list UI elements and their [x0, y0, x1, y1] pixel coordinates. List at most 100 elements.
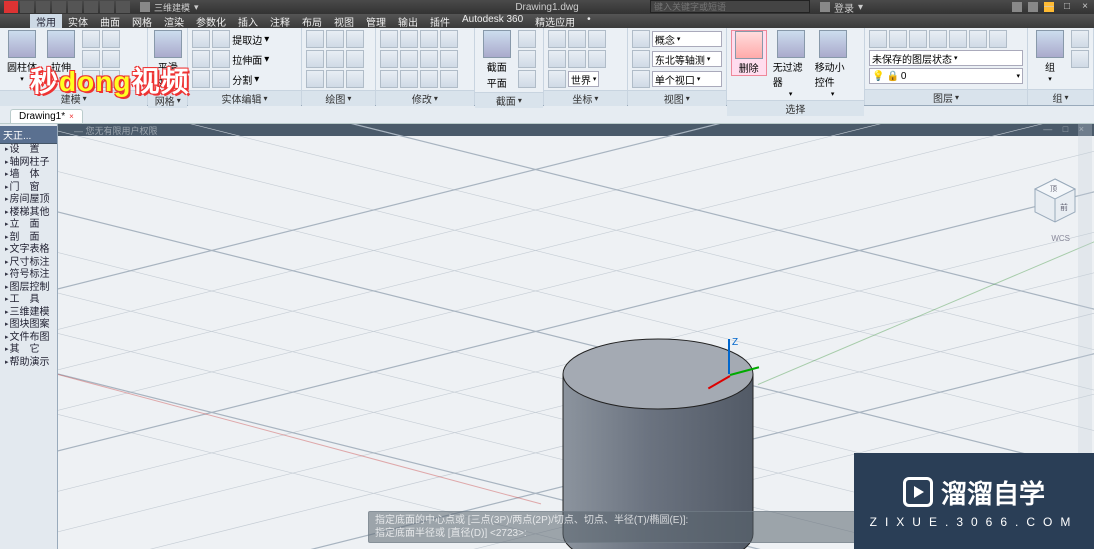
sweep-icon[interactable]: [102, 30, 120, 48]
mirror-icon[interactable]: [440, 30, 458, 48]
nofilter-button[interactable]: 无过滤器▾: [773, 30, 809, 98]
tab-home[interactable]: 常用: [30, 14, 62, 28]
ucs-combo[interactable]: 世界▾: [568, 71, 600, 87]
tab-plugins[interactable]: 插件: [424, 14, 456, 28]
lay4-icon[interactable]: [929, 30, 947, 48]
file-tab[interactable]: Drawing1* ×: [10, 109, 83, 123]
redo-icon[interactable]: [116, 1, 130, 13]
spline-icon[interactable]: [306, 70, 324, 88]
sidebar-item-text[interactable]: 文字表格: [0, 244, 57, 257]
sidebar-item-elevation[interactable]: 立 面: [0, 219, 57, 232]
sidebar-item-help[interactable]: 帮助演示: [0, 357, 57, 370]
helix-icon[interactable]: [326, 70, 344, 88]
cylinder-button[interactable]: 圆柱体▾: [4, 30, 40, 83]
sidebar-item-wall[interactable]: 墙 体: [0, 169, 57, 182]
layer-combo[interactable]: 💡🔒0▾: [869, 68, 1023, 84]
line-icon[interactable]: [306, 30, 324, 48]
g2-icon[interactable]: [1071, 50, 1089, 68]
sidebar-item-dim[interactable]: 尺寸标注: [0, 257, 57, 270]
new-icon[interactable]: [20, 1, 34, 13]
ucs6-icon[interactable]: [588, 50, 606, 68]
tab-insert[interactable]: 插入: [232, 14, 264, 28]
array-icon[interactable]: [440, 50, 458, 68]
layerstate-combo[interactable]: 未保存的图层状态▾: [869, 50, 1023, 66]
lay7-icon[interactable]: [989, 30, 1007, 48]
minimize-button[interactable]: —: [1040, 1, 1058, 14]
lay1-icon[interactable]: [869, 30, 887, 48]
scale-icon[interactable]: [400, 50, 418, 68]
face-icon[interactable]: [212, 30, 230, 48]
login-button[interactable]: 登录 ▾: [820, 0, 863, 15]
rotate-icon[interactable]: [400, 30, 418, 48]
ucs3-icon[interactable]: [588, 30, 606, 48]
sidebar-item-other[interactable]: 其 它: [0, 344, 57, 357]
tab-output[interactable]: 输出: [392, 14, 424, 28]
close-button[interactable]: ×: [1076, 1, 1094, 14]
saveas-icon[interactable]: [68, 1, 82, 13]
extrude-button[interactable]: 拉伸▾: [43, 30, 79, 83]
subtract-icon[interactable]: [102, 70, 120, 88]
ellipse-icon[interactable]: [346, 50, 364, 68]
lay2-icon[interactable]: [889, 30, 907, 48]
revolve-icon[interactable]: [82, 50, 100, 68]
erase-button[interactable]: 删除: [731, 30, 767, 76]
tab-layout[interactable]: 布局: [296, 14, 328, 28]
viewport-combo[interactable]: 单个视口▾: [652, 71, 722, 87]
face2-icon[interactable]: [212, 50, 230, 68]
polyline-icon[interactable]: [326, 30, 344, 48]
lay3-icon[interactable]: [909, 30, 927, 48]
tab-featured[interactable]: 精选应用: [529, 14, 581, 28]
sec1-icon[interactable]: [518, 30, 536, 48]
visualstyle-combo[interactable]: 概念▾: [652, 31, 722, 47]
sec2-icon[interactable]: [518, 50, 536, 68]
ucs4-icon[interactable]: [548, 50, 566, 68]
loft-icon[interactable]: [102, 50, 120, 68]
group-button[interactable]: 组▾: [1032, 30, 1068, 83]
workspace-selector[interactable]: 三维建模 ▾: [140, 1, 199, 14]
sidebar-item-door[interactable]: 门 窗: [0, 182, 57, 195]
sidebar-item-axis[interactable]: 轴网柱子: [0, 157, 57, 170]
exchange-icon[interactable]: [1012, 2, 1022, 12]
plot-icon[interactable]: [84, 1, 98, 13]
sidebar-item-3d[interactable]: 三维建模: [0, 307, 57, 320]
tab-manage[interactable]: 管理: [360, 14, 392, 28]
help-search-input[interactable]: [650, 0, 810, 13]
fillet-icon[interactable]: [420, 50, 438, 68]
sec3-icon[interactable]: [518, 70, 536, 88]
erase2-icon[interactable]: [440, 70, 458, 88]
tab-a360[interactable]: Autodesk 360: [456, 14, 529, 28]
undo-icon[interactable]: [100, 1, 114, 13]
sidebar-item-stair[interactable]: 楼梯其他: [0, 207, 57, 220]
ucs1-icon[interactable]: [548, 30, 566, 48]
viewdir-combo[interactable]: 东北等轴测▾: [652, 51, 722, 67]
section-button[interactable]: 截面 平面: [479, 30, 515, 90]
app-menu-icon[interactable]: [4, 1, 18, 13]
trim-icon[interactable]: [420, 30, 438, 48]
split-icon[interactable]: [192, 70, 210, 88]
sidebar-item-section[interactable]: 剖 面: [0, 232, 57, 245]
lay5-icon[interactable]: [949, 30, 967, 48]
smooth-button[interactable]: 平滑 对象: [152, 30, 183, 90]
sidebar-item-filelayout[interactable]: 文件布图: [0, 332, 57, 345]
point-icon[interactable]: [346, 70, 364, 88]
tab-solid[interactable]: 实体: [62, 14, 94, 28]
sidebar-item-layer[interactable]: 图层控制: [0, 282, 57, 295]
open-icon[interactable]: [36, 1, 50, 13]
viewcube[interactable]: 前 顶: [1030, 174, 1080, 224]
offset-icon[interactable]: [380, 70, 398, 88]
g1-icon[interactable]: [1071, 30, 1089, 48]
lay6-icon[interactable]: [969, 30, 987, 48]
align-icon[interactable]: [400, 70, 418, 88]
move-icon[interactable]: [380, 30, 398, 48]
close-tab-icon[interactable]: ×: [69, 112, 74, 121]
sidebar-item-symbol[interactable]: 符号标注: [0, 269, 57, 282]
tab-view[interactable]: 视图: [328, 14, 360, 28]
tab-parametric[interactable]: 参数化: [190, 14, 232, 28]
sidebar-header[interactable]: 天正...: [0, 126, 57, 144]
ucs5-icon[interactable]: [568, 50, 586, 68]
shell-icon[interactable]: [212, 70, 230, 88]
gizmo-button[interactable]: 移动小控件▾: [815, 30, 851, 98]
sidebar-item-tools[interactable]: 工 具: [0, 294, 57, 307]
ucs2-icon[interactable]: [568, 30, 586, 48]
save-icon[interactable]: [52, 1, 66, 13]
